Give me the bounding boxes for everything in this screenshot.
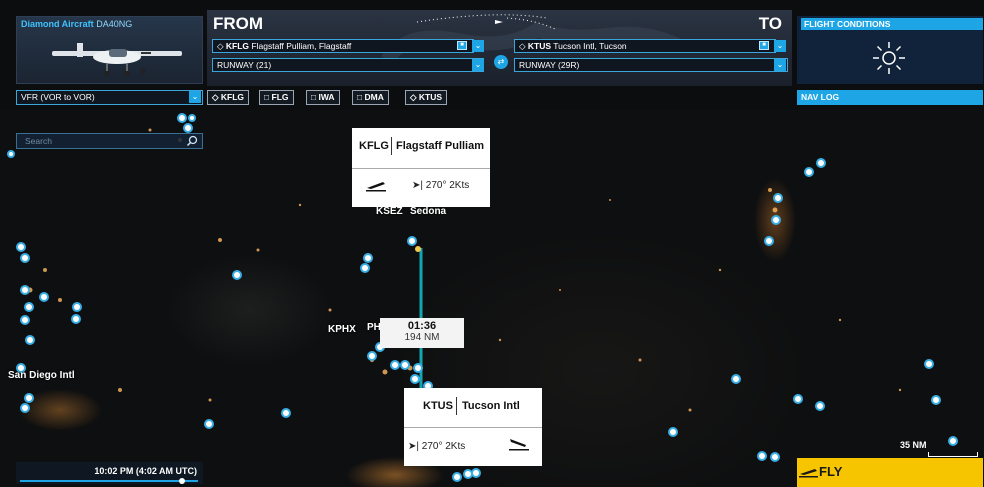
swap-route-icon[interactable]: ⇄ <box>494 55 508 69</box>
departure-card-name: Flagstaff Pulliam <box>396 140 485 152</box>
departure-runway-chevron-icon[interactable]: ⌄ <box>472 59 484 71</box>
arrival-info-icon[interactable]: ■ <box>759 41 769 50</box>
arrival-airport-field[interactable]: ◇ KTUS Tucson Intl, Tucson <box>514 39 776 53</box>
nav-log-button[interactable]: NAV LOG <box>797 90 983 105</box>
arrival-runway: RUNWAY (29R) <box>519 60 580 70</box>
arrival-runway-chevron-icon[interactable]: ⌄ <box>774 59 786 71</box>
route-summary-card[interactable]: 01:36 194 NM <box>380 318 464 348</box>
aircraft-image <box>52 43 182 76</box>
kphx-label[interactable]: KPHX <box>328 324 356 335</box>
waypoint-button-kflg[interactable]: ◇ KFLG <box>207 90 250 105</box>
departure-runway: RUNWAY (21) <box>217 60 272 70</box>
arrival-code: KTUS <box>527 41 552 51</box>
flight-plan-type-select[interactable]: VFR (VOR to VOR) ⌄ <box>16 90 203 105</box>
departure-airport-field[interactable]: ◇ KFLG Flagstaff Pulliam, Flagstaff <box>212 39 474 53</box>
arrival-info-card[interactable]: KTUS Tucson Intl ➤| 270° 2Kts <box>404 388 542 466</box>
arrival-runway-field[interactable]: RUNWAY (29R) <box>514 58 788 72</box>
flight-conditions-title: FLIGHT CONDITIONS <box>801 18 983 30</box>
wind-icon: ➤| <box>408 441 422 452</box>
waypoint-marker <box>415 246 421 252</box>
waypoint-label: IWA <box>318 92 335 102</box>
flight-conditions-panel[interactable]: FLIGHT CONDITIONS <box>797 16 983 84</box>
to-label: TO <box>758 14 782 33</box>
wind-icon: ➤| <box>412 180 426 191</box>
arrival-dropdown-chevron-icon[interactable]: ⌄ <box>774 40 786 52</box>
kphx-name-label[interactable]: PH <box>367 322 381 333</box>
sun-icon <box>873 42 905 74</box>
world-map-screen: KSEZ Sedona KPHX PH San Diego Intl KFLG … <box>0 0 984 487</box>
san-diego-label[interactable]: San Diego Intl <box>8 370 75 381</box>
arrival-card-code: KTUS <box>423 400 453 412</box>
card-separator <box>456 397 457 415</box>
time-of-day-control[interactable]: 10:02 PM (4:02 AM UTC) <box>16 462 203 484</box>
card-separator <box>391 137 392 155</box>
waypoint-label: KTUS <box>418 92 443 102</box>
search-placeholder: Search <box>25 136 52 146</box>
time-slider[interactable] <box>20 480 198 482</box>
airport-icon: ◇ <box>217 41 226 51</box>
aircraft-selection-panel[interactable]: Diamond Aircraft DA40NG <box>16 16 203 84</box>
flight-plan-type: VFR (VOR to VOR) <box>21 92 95 102</box>
map-scale-bar <box>928 452 978 457</box>
departure-runway-field[interactable]: RUNWAY (21) <box>212 58 484 72</box>
card-divider <box>404 427 542 428</box>
waypoint-button-ktus[interactable]: ◇ KTUS <box>405 90 448 105</box>
departure-dropdown-chevron-icon[interactable]: ⌄ <box>472 40 484 52</box>
time-display: 10:02 PM (4:02 AM UTC) <box>94 466 197 476</box>
departure-card-code: KFLG <box>359 140 389 152</box>
search-icon[interactable] <box>186 135 198 147</box>
vor-icon: □ <box>311 92 319 102</box>
fly-button[interactable]: FLY <box>797 458 983 487</box>
landing-icon <box>509 439 529 451</box>
departure-name: Flagstaff Pulliam, Flagstaff <box>251 41 352 51</box>
takeoff-icon <box>366 182 386 192</box>
route-panel: FROM TO ◇ KFLG Flagstaff Pulliam, Flagst… <box>207 10 792 86</box>
aircraft-title: Diamond Aircraft DA40NG <box>21 19 132 29</box>
arrival-wind: ➤| 270° 2Kts <box>408 441 465 452</box>
arrival-card-name: Tucson Intl <box>462 400 520 412</box>
takeoff-icon <box>799 469 818 478</box>
vor-icon: □ <box>264 92 272 102</box>
departure-code: KFLG <box>225 41 250 51</box>
chevron-down-icon[interactable]: ⌄ <box>189 91 201 103</box>
departure-wind: ➤| 270° 2Kts <box>412 180 469 191</box>
from-label: FROM <box>213 14 264 33</box>
departure-info-icon[interactable]: ■ <box>457 41 467 50</box>
waypoint-label: DMA <box>364 92 384 102</box>
aircraft-model: DA40NG <box>96 19 133 29</box>
arrival-name: Tucson Intl, Tucson <box>553 41 627 51</box>
ksez-label[interactable]: KSEZ <box>376 206 403 217</box>
card-divider <box>352 168 490 169</box>
departure-wind-text: 270° 2Kts <box>425 180 470 191</box>
route-time: 01:36 <box>407 320 437 332</box>
aircraft-brand: Diamond Aircraft <box>21 19 94 29</box>
airport-icon: ◇ <box>410 92 419 102</box>
fly-button-label: FLY <box>819 464 843 479</box>
airport-icon: ◇ <box>212 92 221 102</box>
search-input[interactable]: Search <box>16 133 203 149</box>
route-distance: 194 NM <box>404 332 440 343</box>
departure-info-card[interactable]: KFLG Flagstaff Pulliam ➤| 270° 2Kts <box>352 128 490 207</box>
waypoint-button-iwa[interactable]: □ IWA <box>306 90 340 105</box>
waypoint-label: FLG <box>271 92 289 102</box>
waypoint-button-flg[interactable]: □ FLG <box>259 90 294 105</box>
arrival-wind-text: 270° 2Kts <box>421 441 466 452</box>
waypoint-label: KFLG <box>220 92 245 102</box>
map-scale-label: 35 NM <box>900 440 927 450</box>
waypoint-button-dma[interactable]: □ DMA <box>352 90 389 105</box>
time-slider-handle[interactable] <box>179 478 185 484</box>
airport-icon: ◇ <box>519 41 528 51</box>
sedona-label[interactable]: Sedona <box>410 206 446 217</box>
vor-icon: □ <box>357 92 365 102</box>
